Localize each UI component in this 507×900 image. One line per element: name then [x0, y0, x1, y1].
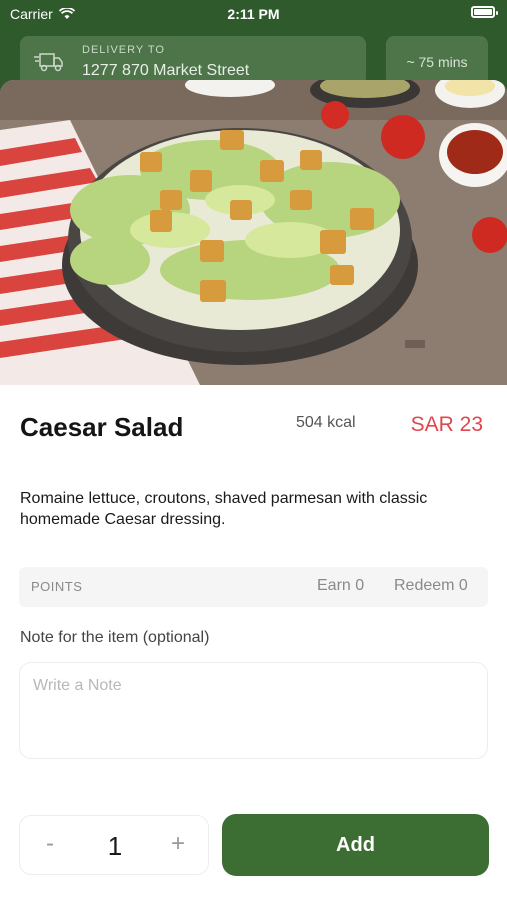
delivery-address-card[interactable]: DELIVERY TO 1277 870 Market Street: [20, 36, 366, 86]
item-description: Romaine lettuce, croutons, shaved parmes…: [20, 490, 428, 528]
quantity-stepper: - 1 +: [19, 815, 209, 875]
clock: 2:11 PM: [227, 6, 280, 22]
add-to-cart-button[interactable]: Add: [222, 814, 489, 876]
points-bar: POINTS Earn 0 Redeem 0: [19, 567, 488, 607]
quantity-value: 1: [107, 831, 123, 861]
status-bar: Carrier 2:11 PM: [0, 0, 507, 26]
note-label: Note for the item (optional): [20, 629, 210, 646]
item-detail-sheet: Caesar Salad 504 kcal SAR 23 Romaine let…: [0, 80, 507, 900]
delivery-address: 1277 870 Market Street: [82, 62, 250, 79]
points-redeem[interactable]: Redeem 0: [394, 577, 468, 595]
battery-icon: [471, 6, 498, 18]
delivery-label: DELIVERY TO: [82, 44, 165, 56]
increase-quantity-button[interactable]: +: [162, 830, 194, 860]
item-price: SAR 23: [410, 413, 483, 436]
item-calories: 504 kcal: [296, 414, 356, 431]
eta-text: ~ 75 mins: [406, 54, 468, 70]
eta-card: ~ 75 mins: [386, 36, 488, 86]
note-input[interactable]: [19, 662, 488, 759]
delivery-truck-icon: [34, 53, 63, 72]
item-name: Caesar Salad: [20, 412, 184, 442]
points-earn: Earn 0: [317, 577, 365, 594]
decrease-quantity-button[interactable]: -: [34, 830, 66, 860]
points-label: POINTS: [31, 579, 83, 594]
salad-image: [0, 80, 507, 385]
item-photo: [0, 80, 507, 385]
